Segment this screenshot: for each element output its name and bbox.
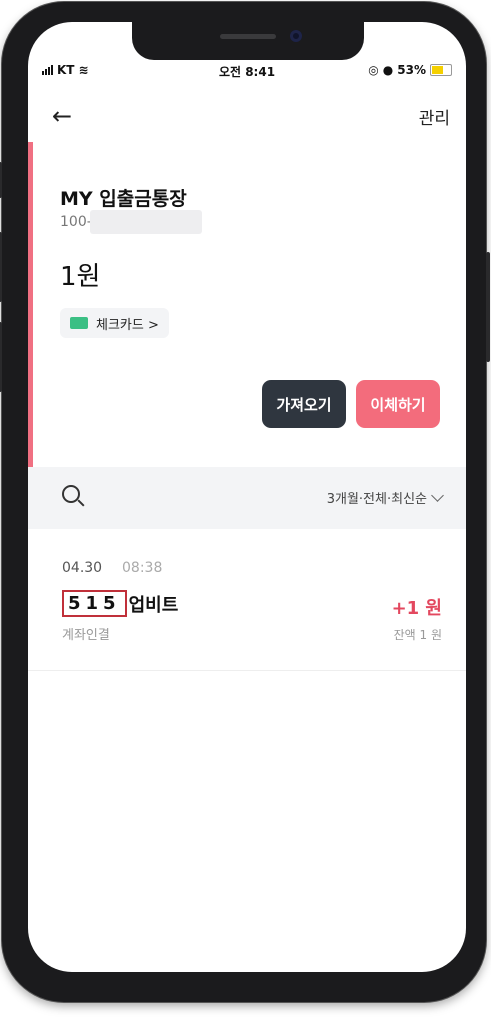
filter-bar: 3개월·전체·최신순 <box>28 467 466 529</box>
speaker <box>220 34 276 39</box>
search-icon[interactable] <box>62 485 80 503</box>
transaction-title: 515 업비트 <box>62 590 178 617</box>
transaction-amount: +1 원 <box>391 598 442 619</box>
check-card-label: 체크카드 > <box>96 317 159 333</box>
camera <box>290 30 302 42</box>
fetch-button[interactable]: 가져오기 <box>262 380 346 428</box>
notch <box>132 22 364 60</box>
account-number-mask <box>90 210 202 234</box>
divider <box>28 670 466 671</box>
account-name: MY 입출금통장 <box>60 188 187 210</box>
transfer-button[interactable]: 이체하기 <box>356 380 440 428</box>
phone-frame: KT ︎︎︎≋ 오전 8:41 ◎ ● 53% ← 관리 MY 입출금통장 10… <box>0 2 490 1002</box>
battery-icon <box>430 64 452 76</box>
card-accent-bar <box>28 142 33 467</box>
account-card: MY 입출금통장 100- 1원 체크카드 > 가져오기 이체하기 <box>28 142 466 467</box>
check-card-chip[interactable]: 체크카드 > <box>60 308 169 338</box>
transaction-time: 08:38 <box>122 560 163 576</box>
card-icon <box>70 317 88 329</box>
status-right: ◎ ● 53% <box>368 63 452 77</box>
power-button <box>486 252 490 362</box>
transaction-balance: 잔액 1 원 <box>393 628 442 642</box>
status-bar: KT ︎︎︎≋ 오전 8:41 ◎ ● 53% <box>28 60 466 84</box>
battery-percent: 53% <box>397 63 426 77</box>
mute-switch <box>0 162 2 198</box>
back-arrow-icon[interactable]: ← <box>52 102 72 130</box>
volume-up-button <box>0 232 2 302</box>
transaction-date: 04.30 <box>62 560 103 576</box>
volume-down-button <box>0 322 2 392</box>
manage-button[interactable]: 관리 <box>419 104 450 129</box>
transaction-memo: 계좌인결 <box>62 628 110 643</box>
account-number: 100- <box>60 214 92 230</box>
filter-dropdown[interactable]: 3개월·전체·최신순 <box>326 488 444 507</box>
transaction-name: 업비트 <box>128 594 179 616</box>
account-balance: 1원 <box>60 262 101 292</box>
screen: KT ︎︎︎≋ 오전 8:41 ◎ ● 53% ← 관리 MY 입출금통장 10… <box>28 22 466 972</box>
filter-label: 3개월·전체·최신순 <box>326 492 427 507</box>
transaction-code: 515 <box>62 590 127 617</box>
top-bar: ← 관리 <box>28 94 466 134</box>
chevron-down-icon <box>431 489 444 502</box>
location-icon: ◎ <box>368 63 379 77</box>
transaction-item[interactable]: 04.30 08:38 515 업비트 계좌인결 +1 원 잔액 1 원 <box>28 542 466 672</box>
alarm-icon: ● <box>382 63 394 77</box>
